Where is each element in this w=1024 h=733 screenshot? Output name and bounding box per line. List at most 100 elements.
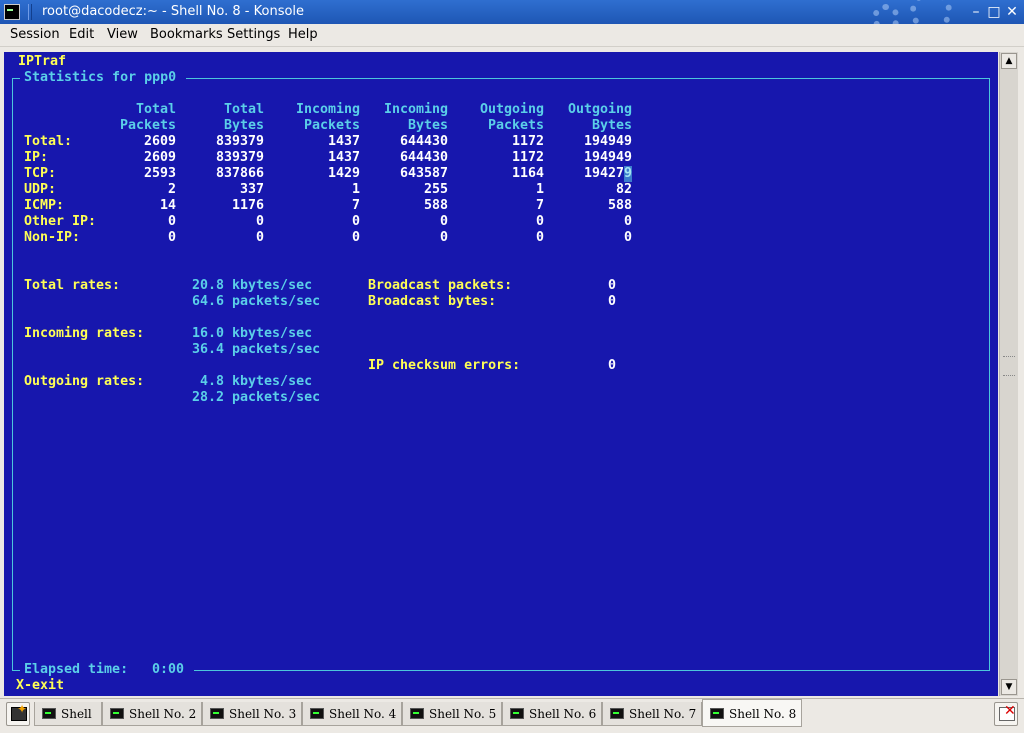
- tab-shell-5[interactable]: Shell No. 5: [402, 702, 502, 726]
- menu-bar: Session Edit View Bookmarks Settings Hel…: [0, 24, 1024, 47]
- tab-shell-7[interactable]: Shell No. 7: [602, 702, 702, 726]
- scroll-grip-icon[interactable]: [1003, 356, 1015, 376]
- new-session-button[interactable]: ✦: [6, 702, 30, 726]
- tab-shell-1[interactable]: Shell: [34, 702, 102, 726]
- terminal-screen[interactable]: IPTraf Statistics for ppp0 Elapsed time:…: [4, 52, 998, 696]
- terminal-icon: [310, 708, 324, 719]
- cell: 0: [535, 230, 544, 245]
- cell: 194949: [583, 150, 632, 165]
- panel-border-bottom-right: [194, 670, 990, 671]
- close-session-button[interactable]: ✕: [994, 702, 1018, 726]
- maximize-button[interactable]: □: [986, 4, 1002, 20]
- exit-hint: X-exit: [16, 678, 65, 693]
- broadcast-bytes-value: 0: [608, 294, 617, 309]
- terminal-icon: [110, 708, 124, 719]
- outgoing-rates-label: Outgoing rates:: [24, 374, 145, 389]
- panel-title: Statistics for ppp0: [24, 70, 177, 85]
- incoming-rates-packets: 36.4 packets/sec: [192, 342, 321, 357]
- titlebar-separator: [28, 4, 32, 20]
- row-label: UDP:: [24, 182, 57, 197]
- cell: 588: [423, 198, 448, 213]
- terminal-cursor: [624, 166, 632, 182]
- cell: 0: [351, 230, 360, 245]
- cell: 644430: [399, 150, 448, 165]
- scroll-up-icon[interactable]: ▲: [1001, 53, 1017, 69]
- panel-border-bottom-left: [12, 670, 20, 671]
- close-button[interactable]: ✕: [1004, 4, 1020, 20]
- cell: 0: [255, 230, 264, 245]
- tab-shell-4[interactable]: Shell No. 4: [302, 702, 402, 726]
- row-label: ICMP:: [24, 198, 65, 213]
- cell: 82: [615, 182, 632, 197]
- row-label: IP:: [24, 150, 49, 165]
- row-label: Other IP:: [24, 214, 97, 229]
- tab-shell-3[interactable]: Shell No. 3: [202, 702, 302, 726]
- app-name: IPTraf: [18, 54, 67, 69]
- terminal-icon: [210, 708, 224, 719]
- cell: 194949: [583, 134, 632, 149]
- menu-bookmarks[interactable]: Bookmarks: [150, 27, 223, 43]
- menu-view[interactable]: View: [107, 27, 138, 43]
- cell: 839379: [215, 150, 264, 165]
- cell: 837866: [215, 166, 264, 181]
- cell: 1176: [231, 198, 264, 213]
- cell: 0: [439, 230, 448, 245]
- panel-border-right: [989, 78, 990, 670]
- tab-shell-8[interactable]: Shell No. 8: [702, 699, 802, 727]
- cell: 1: [535, 182, 544, 197]
- cell: 0: [351, 214, 360, 229]
- panel-border-top-left: [12, 78, 20, 79]
- terminal-icon: [710, 708, 724, 719]
- close-icon: ✕: [1004, 703, 1016, 719]
- cell: 2: [167, 182, 176, 197]
- outgoing-rates-packets: 28.2 packets/sec: [192, 390, 321, 405]
- total-rates-kbytes: 20.8 kbytes/sec: [192, 278, 313, 293]
- cell: 14: [159, 198, 176, 213]
- checksum-errors-label: IP checksum errors:: [368, 358, 521, 373]
- incoming-rates-kbytes: 16.0 kbytes/sec: [192, 326, 313, 341]
- terminal-icon: [510, 708, 524, 719]
- terminal-icon: [42, 708, 56, 719]
- minimize-icon: –: [972, 4, 980, 20]
- menu-help[interactable]: Help: [288, 27, 318, 43]
- cell: 2593: [143, 166, 176, 181]
- tab-shell-6[interactable]: Shell No. 6: [502, 702, 602, 726]
- cell: 1437: [327, 134, 360, 149]
- cell: 1: [351, 182, 360, 197]
- gear-decoration-icon: [858, 0, 958, 24]
- cell: 1172: [511, 134, 544, 149]
- cell: 0: [623, 214, 632, 229]
- incoming-rates-label: Incoming rates:: [24, 326, 145, 341]
- terminal-icon[interactable]: [4, 4, 20, 20]
- row-label: Non-IP:: [24, 230, 81, 245]
- menu-edit[interactable]: Edit: [69, 27, 94, 43]
- cell: 1172: [511, 150, 544, 165]
- cell: 0: [255, 214, 264, 229]
- cell: 588: [607, 198, 632, 213]
- panel-border-left: [12, 78, 13, 670]
- cell: 0: [439, 214, 448, 229]
- menu-settings[interactable]: Settings: [227, 27, 280, 43]
- cell: 337: [239, 182, 264, 197]
- minimize-button[interactable]: –: [968, 4, 984, 20]
- window-titlebar[interactable]: root@dacodecz:~ - Shell No. 8 - Konsole …: [0, 0, 1024, 24]
- maximize-icon: □: [987, 4, 1001, 20]
- broadcast-packets-label: Broadcast packets:: [368, 278, 513, 293]
- scroll-down-icon[interactable]: ▼: [1001, 679, 1017, 695]
- cell: 1437: [327, 150, 360, 165]
- menu-session[interactable]: Session: [10, 27, 60, 43]
- close-icon: ✕: [1006, 4, 1018, 20]
- cell: 2609: [143, 150, 176, 165]
- checksum-errors-value: 0: [608, 358, 617, 373]
- cell: 644430: [399, 134, 448, 149]
- total-rates-label: Total rates:: [24, 278, 121, 293]
- cell: 0: [623, 230, 632, 245]
- tab-shell-2[interactable]: Shell No. 2: [102, 702, 202, 726]
- star-icon: ✦: [17, 702, 28, 716]
- vertical-scrollbar[interactable]: ▲ ▼: [999, 52, 1018, 696]
- total-rates-packets: 64.6 packets/sec: [192, 294, 321, 309]
- broadcast-packets-value: 0: [608, 278, 617, 293]
- cell: 255: [423, 182, 448, 197]
- cell: 0: [167, 230, 176, 245]
- panel-border-top-right: [186, 78, 990, 79]
